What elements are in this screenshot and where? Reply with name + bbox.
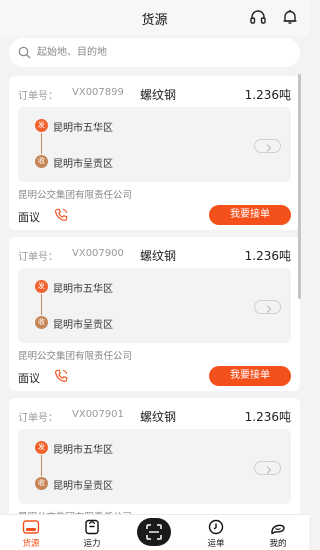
price-negotiable: 面议 [18,372,40,385]
bell-icon[interactable] [281,8,299,26]
route-line [41,133,42,154]
cargo-type: 螺纹钢 [140,410,177,424]
destination-badge: 收 [35,316,48,329]
cargo-icon [22,520,40,534]
search-bar[interactable] [9,38,300,67]
destination-address: 昆明市呈贡区 [53,159,113,170]
route-detail-button[interactable] [254,139,281,153]
route-line [41,294,42,315]
origin-badge: 发 [35,119,48,132]
destination-address: 昆明市呈贡区 [53,320,113,331]
scan-button[interactable] [137,518,171,546]
origin-address: 昆明市五华区 [53,123,113,134]
route-box[interactable]: 发 收 昆明市五华区 昆明市呈贡区 [18,429,291,504]
headset-icon[interactable] [249,8,267,26]
order-card: 订单号： VX007899 螺纹钢 1.236吨 发 收 昆明市五华区 昆明市呈… [9,76,300,230]
origin-address: 昆明市五华区 [53,284,113,295]
accept-order-button[interactable]: 我要接单 [209,205,291,225]
origin-address: 昆明市五华区 [53,445,113,456]
company-name: 昆明公交集团有限责任公司 [18,190,133,201]
cargo-type: 螺纹钢 [140,88,177,102]
cargo-weight: 1.236吨 [244,249,291,263]
order-number-label: 订单号： [18,91,58,102]
order-number-label: 订单号： [18,413,58,424]
order-number: VX007899 [72,87,124,98]
chevron-right-icon [266,144,272,152]
order-number: VX007901 [72,409,124,420]
route-line [41,455,42,476]
tab-label: 货源 [22,539,40,549]
price-negotiable: 面议 [18,211,40,224]
route-detail-button[interactable] [254,461,281,475]
destination-badge: 收 [35,477,48,490]
profile-icon [271,524,285,535]
header-bar: 货源 [0,0,309,36]
tab-profile[interactable]: 我的 [251,515,305,550]
destination-address: 昆明市呈贡区 [53,481,113,492]
origin-badge: 发 [35,280,48,293]
order-list[interactable]: 订单号： VX007899 螺纹钢 1.236吨 发 收 昆明市五华区 昆明市呈… [0,74,309,514]
tab-label: 运单 [207,539,225,549]
cargo-type: 螺纹钢 [140,249,177,263]
order-card: 订单号： VX007901 螺纹钢 1.236吨 发 收 昆明市五华区 昆明市呈… [9,398,300,514]
order-number: VX007900 [72,248,124,259]
waybill-icon [208,519,224,535]
tab-capacity[interactable]: 运力 [65,515,119,550]
phone-icon[interactable] [53,368,69,384]
scan-icon [146,524,162,540]
route-box[interactable]: 发 收 昆明市五华区 昆明市呈贡区 [18,268,291,343]
phone-icon[interactable] [53,207,69,223]
cargo-weight: 1.236吨 [244,88,291,102]
chevron-right-icon [266,466,272,474]
cargo-weight: 1.236吨 [244,410,291,424]
capacity-icon [85,519,99,535]
route-detail-button[interactable] [254,300,281,314]
route-box[interactable]: 发 收 昆明市五华区 昆明市呈贡区 [18,107,291,182]
origin-badge: 发 [35,441,48,454]
tab-waybill[interactable]: 运单 [189,515,243,550]
tab-label: 我的 [269,539,287,549]
destination-badge: 收 [35,155,48,168]
chevron-right-icon [266,305,272,313]
order-number-label: 订单号： [18,252,58,263]
scrollbar[interactable] [298,74,301,299]
search-icon [18,46,31,59]
accept-order-button[interactable]: 我要接单 [209,366,291,386]
tab-label: 运力 [83,539,101,549]
search-input[interactable] [37,42,287,63]
company-name: 昆明公交集团有限责任公司 [18,351,133,362]
order-card: 订单号： VX007900 螺纹钢 1.236吨 发 收 昆明市五华区 昆明市呈… [9,237,300,391]
tab-cargo[interactable]: 货源 [4,515,58,550]
